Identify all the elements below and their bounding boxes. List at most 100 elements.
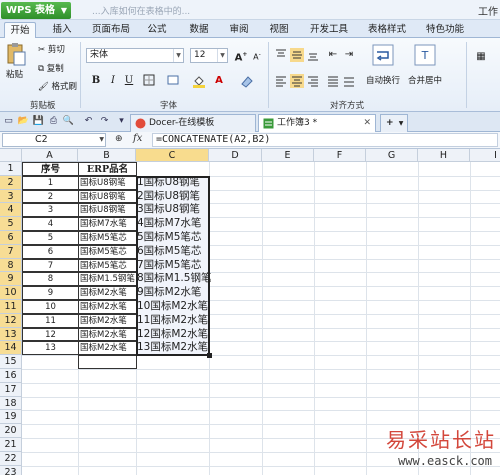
tab-formulas[interactable]: 公式: [142, 22, 172, 38]
indent-increase-icon[interactable]: ⇥: [342, 48, 356, 62]
new-file-icon[interactable]: ▭: [2, 115, 15, 128]
row-header-7[interactable]: 7: [0, 244, 22, 259]
fill-color-icon[interactable]: [192, 74, 206, 88]
format-painter-button[interactable]: 🖌 格式刷: [38, 80, 77, 93]
borders-icon[interactable]: [142, 74, 156, 88]
row-header-21[interactable]: 21: [0, 438, 22, 452]
indent-decrease-icon[interactable]: ⇤: [326, 48, 340, 62]
cell-a10[interactable]: 9: [22, 286, 79, 300]
row-header-16[interactable]: 16: [0, 369, 22, 383]
tab-data[interactable]: 数据: [184, 22, 214, 38]
font-size-combo[interactable]: 12 ▼: [190, 48, 228, 63]
cell-b2[interactable]: 国标U8钢笔: [78, 175, 137, 190]
underline-button[interactable]: U: [122, 74, 136, 88]
tab-developer[interactable]: 开发工具: [304, 22, 354, 38]
increase-font-icon[interactable]: A+: [234, 48, 248, 63]
cell-c13[interactable]: 12国标M2水笔: [137, 327, 210, 342]
cell-a2[interactable]: 1: [22, 175, 79, 190]
insert-function-button[interactable]: fx: [133, 133, 142, 144]
cell-a9[interactable]: 8: [22, 272, 79, 287]
cell-b11[interactable]: 国标M2水笔: [78, 300, 137, 314]
cell-b9[interactable]: 国标M1.5钢笔: [78, 272, 137, 287]
cell-b4[interactable]: 国标U8钢笔: [78, 203, 137, 218]
cell-b6[interactable]: 国标M5笔芯: [78, 231, 137, 245]
customize-toolbar-icon[interactable]: ▾: [115, 115, 128, 128]
open-folder-icon[interactable]: 📂: [17, 115, 30, 128]
cell-a6[interactable]: 5: [22, 231, 79, 245]
merge-cells-icon[interactable]: [166, 74, 180, 88]
cell-c10[interactable]: 9国标M2水笔: [137, 286, 210, 300]
tab-page-layout[interactable]: 页面布局: [86, 22, 136, 38]
row-header-19[interactable]: 19: [0, 410, 22, 425]
column-header-a[interactable]: A: [22, 149, 78, 162]
column-header-g[interactable]: G: [366, 149, 418, 162]
tab-workbook[interactable]: 工作簿3 * ✕: [258, 114, 376, 132]
cell-c9[interactable]: 8国标M1.5钢笔: [137, 272, 211, 287]
cell-c4[interactable]: 3国标U8钢笔: [137, 203, 210, 218]
cell-a3[interactable]: 2: [22, 189, 79, 204]
cell-a4[interactable]: 3: [22, 203, 79, 218]
row-header-8[interactable]: 8: [0, 258, 22, 273]
cell-a1[interactable]: 序号: [22, 162, 79, 176]
row-header-17[interactable]: 17: [0, 382, 22, 397]
print-preview-icon[interactable]: 🔍: [62, 115, 75, 128]
row-header-1[interactable]: 1: [0, 162, 22, 176]
row-header-15[interactable]: 15: [0, 355, 22, 369]
align-right-icon[interactable]: [306, 74, 320, 88]
decrease-font-icon[interactable]: A-: [250, 48, 264, 62]
cell-b3[interactable]: 国标U8钢笔: [78, 189, 137, 204]
font-name-combo[interactable]: 宋体 ▼: [86, 48, 184, 63]
cell-b13[interactable]: 国标M2水笔: [78, 327, 137, 342]
cell-b12[interactable]: 国标M2水笔: [78, 313, 137, 328]
font-color-icon[interactable]: A: [212, 74, 226, 88]
cell-b15[interactable]: [78, 355, 137, 369]
tab-home[interactable]: 开始: [4, 22, 36, 38]
align-bottom-icon[interactable]: [306, 48, 320, 62]
paste-button[interactable]: 粘贴: [6, 42, 30, 86]
row-header-18[interactable]: 18: [0, 396, 22, 411]
row-header-10[interactable]: 10: [0, 286, 22, 300]
tab-view[interactable]: 视图: [264, 22, 294, 38]
tab-table-style[interactable]: 表格样式: [362, 22, 412, 38]
cell-b5[interactable]: 国标M7水笔: [78, 217, 137, 231]
align-center-icon[interactable]: [290, 74, 304, 88]
merge-center-button[interactable]: T 合并居中: [406, 44, 444, 86]
cell-b1[interactable]: ERP品名: [78, 162, 137, 176]
row-header-2[interactable]: 2: [0, 175, 22, 190]
cell-a5[interactable]: 4: [22, 217, 79, 231]
zoom-icon[interactable]: ⊕: [115, 134, 123, 144]
cell-c5[interactable]: 4国标M7水笔: [137, 217, 210, 231]
column-header-d[interactable]: D: [209, 149, 262, 162]
row-header-4[interactable]: 4: [0, 203, 22, 218]
cell-b10[interactable]: 国标M2水笔: [78, 286, 137, 300]
align-top-icon[interactable]: [274, 48, 288, 62]
row-header-12[interactable]: 12: [0, 313, 22, 328]
cell-b7[interactable]: 国标M5笔芯: [78, 244, 137, 259]
row-header-6[interactable]: 6: [0, 231, 22, 245]
align-left-icon[interactable]: [274, 74, 288, 88]
cell-a13[interactable]: 12: [22, 327, 79, 342]
wrap-text-button[interactable]: 自动换行: [364, 44, 402, 86]
cell-c14[interactable]: 13国标M2水笔: [137, 341, 210, 356]
cell-c7[interactable]: 6国标M5笔芯: [137, 244, 210, 259]
cell-c11[interactable]: 10国标M2水笔: [137, 300, 210, 314]
cell-b8[interactable]: 国标M5笔芯: [78, 258, 137, 273]
cell-a11[interactable]: 10: [22, 300, 79, 314]
save-icon[interactable]: 💾: [32, 115, 45, 128]
distributed-align-icon[interactable]: [342, 74, 356, 88]
print-icon[interactable]: ⎙: [47, 115, 60, 128]
row-header-23[interactable]: 23: [0, 465, 22, 475]
cell-a7[interactable]: 6: [22, 244, 79, 259]
tab-docer-templates[interactable]: Docer-在线模板: [130, 114, 256, 132]
more-options-icon[interactable]: ▦: [474, 50, 488, 64]
redo-icon[interactable]: ↷: [98, 115, 111, 128]
row-header-9[interactable]: 9: [0, 272, 22, 287]
cell-c2[interactable]: 1国标U8钢笔: [137, 175, 210, 190]
column-header-f[interactable]: F: [314, 149, 366, 162]
align-middle-icon[interactable]: [290, 48, 304, 62]
cell-a8[interactable]: 7: [22, 258, 79, 273]
cell-a12[interactable]: 11: [22, 313, 79, 328]
tab-insert[interactable]: 插入: [46, 22, 78, 38]
copy-button[interactable]: ⧉ 复制: [38, 62, 64, 75]
cell-c3[interactable]: 2国标U8钢笔: [137, 189, 210, 204]
